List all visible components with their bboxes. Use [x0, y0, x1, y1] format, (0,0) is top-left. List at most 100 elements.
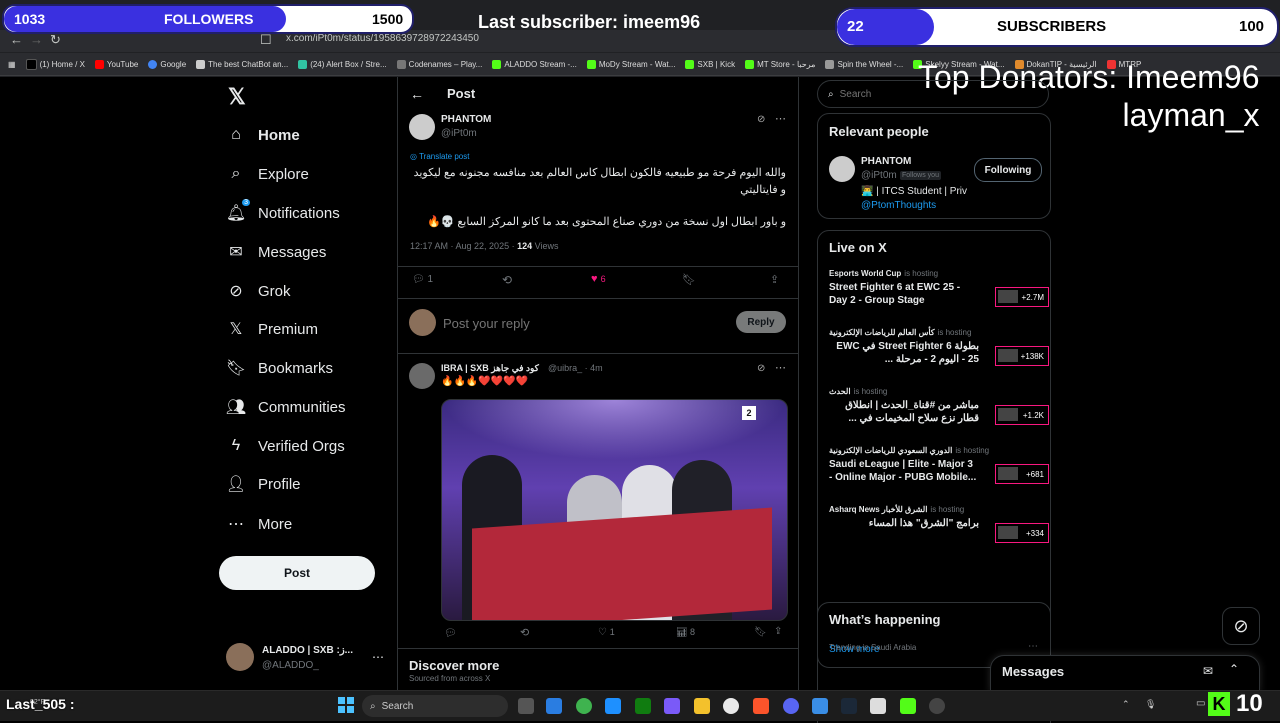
- app-icon[interactable]: [870, 698, 886, 714]
- apps-icon[interactable]: ▦: [0, 60, 21, 69]
- reload-icon[interactable]: ↻: [50, 32, 61, 48]
- reply-action[interactable]: 💬︎ 1: [412, 274, 433, 285]
- grok-icon[interactable]: ⊘: [757, 114, 765, 125]
- live-item[interactable]: كأس العالم للرياضات الإلكترونية is hostin…: [829, 328, 1049, 378]
- nav-notifications[interactable]: 🔔︎ 3 Notifications: [225, 199, 340, 223]
- share-icon[interactable]: ⇪: [770, 273, 779, 286]
- file-explorer-icon[interactable]: [694, 698, 710, 714]
- tray-chevron-icon[interactable]: ⌃: [1122, 699, 1130, 710]
- nav-more[interactable]: ⋯ More: [226, 514, 292, 534]
- bookmark-item[interactable]: ALADDO Stream -...: [487, 59, 581, 69]
- reply-icon[interactable]: 💬︎: [444, 628, 457, 639]
- brave-icon[interactable]: [753, 698, 769, 714]
- app-icon[interactable]: [664, 698, 680, 714]
- expand-icon[interactable]: ⌃: [1229, 662, 1239, 676]
- relevant-name[interactable]: PHANTOM: [861, 156, 911, 167]
- live-item[interactable]: Esports World Cup is hosting Street Fight…: [829, 269, 1049, 319]
- forward-icon[interactable]: →: [30, 32, 43, 47]
- more-icon[interactable]: ⋯: [775, 361, 786, 374]
- bookmark-item[interactable]: Google: [143, 59, 191, 69]
- grok-icon[interactable]: ⊘: [757, 363, 765, 374]
- repost-icon[interactable]: ⟲: [502, 273, 512, 287]
- reply-input[interactable]: [441, 312, 725, 334]
- author-avatar[interactable]: [409, 114, 435, 140]
- bookmark-item[interactable]: SXB | Kick: [680, 59, 740, 69]
- account-more-icon[interactable]: ⋯: [372, 650, 384, 664]
- mic-icon[interactable]: 🎙︎: [1145, 699, 1156, 710]
- obs-icon[interactable]: [929, 698, 945, 714]
- live-item[interactable]: الدوري السعودي للرياضات الإلكترونية is ho…: [829, 446, 1049, 496]
- messages-drawer[interactable]: Messages ✉ ⌃: [990, 655, 1260, 692]
- url-text[interactable]: x.com/iPt0m/status/1958639728972243450: [286, 33, 479, 44]
- network-icon[interactable]: ▭: [1196, 698, 1205, 709]
- bookmark-item[interactable]: Spin the Wheel -...: [820, 59, 908, 69]
- nav-premium[interactable]: 𝕏 Premium: [226, 319, 318, 339]
- reply-author-handle: @uibra_ · 4m: [548, 363, 603, 373]
- search-box[interactable]: ⌕: [817, 80, 1049, 108]
- nav-home[interactable]: ⌂ Home: [226, 125, 300, 145]
- bookmark-item[interactable]: Codenames – Play...: [392, 59, 488, 69]
- bookmark-action-icon[interactable]: 🔖︎: [682, 273, 696, 286]
- author-name[interactable]: PHANTOM: [441, 114, 491, 125]
- app-icon[interactable]: [546, 698, 562, 714]
- app-icon[interactable]: [605, 698, 621, 714]
- author-handle[interactable]: @iPt0m: [441, 128, 477, 139]
- chrome-icon[interactable]: [723, 698, 739, 714]
- new-message-icon[interactable]: ✉: [1203, 664, 1213, 678]
- nav-communities[interactable]: 👥︎ Communities: [226, 397, 346, 417]
- post-meta: 12:17 AM · Aug 22, 2025 · 124 Views: [410, 241, 559, 251]
- bookmark-item[interactable]: (24) Alert Box / Stre...: [293, 59, 391, 69]
- windows-start-icon[interactable]: [338, 697, 354, 713]
- following-button[interactable]: Following: [974, 158, 1042, 182]
- nav-profile[interactable]: 👤︎ Profile: [226, 474, 301, 494]
- bookmark-item[interactable]: YouTube: [90, 59, 143, 69]
- live-item[interactable]: الحدث is hosting مباشر من #قناة_الحدث | ا…: [829, 387, 1049, 437]
- nav-bookmarks[interactable]: 🔖︎ Bookmarks: [226, 358, 333, 378]
- views-action[interactable]: 📊︎ 8: [676, 627, 695, 638]
- grok-float-icon[interactable]: ⊘: [1222, 607, 1260, 645]
- reply-author-name[interactable]: IBRA | SXB كود في جاهز: [441, 363, 539, 374]
- reply-author-avatar[interactable]: [409, 363, 435, 389]
- translate-post[interactable]: ◎ Translate post: [410, 152, 469, 161]
- like-action[interactable]: ♡ 1: [598, 627, 615, 638]
- bookmark-item[interactable]: MT Store - مرحبا: [740, 59, 820, 69]
- bookmark-item[interactable]: The best ChatBot an...: [191, 59, 293, 69]
- reply-button[interactable]: Reply: [736, 311, 786, 333]
- subscribers-goal-bar: 22 SUBSCRIBERS 100: [835, 7, 1279, 47]
- bookmark-item[interactable]: (1) Home / X: [21, 58, 90, 70]
- bookmark-icon[interactable]: ☐: [260, 32, 272, 48]
- steam-icon[interactable]: [841, 698, 857, 714]
- account-avatar[interactable]: [226, 643, 254, 671]
- trend-more-icon[interactable]: ⋯: [1028, 641, 1038, 652]
- relevant-link[interactable]: @PtomThoughts: [861, 200, 936, 211]
- app-icon[interactable]: [812, 698, 828, 714]
- bookmark-item[interactable]: MoDy Stream - Wat...: [582, 59, 681, 69]
- bell-icon: 🔔︎ 3: [225, 199, 250, 222]
- back-arrow-icon[interactable]: ←: [410, 86, 424, 102]
- live-stream-title: Street Fighter 6 at EWC 25 - Day 2 - Gro…: [829, 282, 961, 306]
- followers-goal: 1500: [372, 11, 404, 27]
- post-button[interactable]: Post: [219, 556, 375, 590]
- bookmark-action-icon[interactable]: 🔖︎: [754, 627, 767, 638]
- more-icon[interactable]: ⋯: [775, 112, 786, 125]
- search-input[interactable]: [837, 87, 1022, 101]
- nav-explore[interactable]: ⌕ Explore: [226, 164, 309, 184]
- task-view-icon[interactable]: [518, 698, 534, 714]
- like-action[interactable]: ♥ 6: [591, 273, 606, 285]
- relevant-handle: @iPt0m: [861, 170, 897, 181]
- discord-icon[interactable]: [783, 698, 799, 714]
- nav-grok[interactable]: ⊘ Grok: [226, 281, 290, 301]
- repost-icon[interactable]: ⟲: [520, 626, 529, 639]
- nav-verified-orgs[interactable]: ϟ Verified Orgs: [226, 436, 345, 456]
- kick-app-icon[interactable]: [900, 698, 916, 714]
- post-image[interactable]: 2: [441, 399, 788, 621]
- taskbar-search[interactable]: ⌕ Search: [362, 695, 508, 717]
- relevant-avatar[interactable]: [829, 156, 855, 182]
- xbox-app-icon[interactable]: [635, 698, 651, 714]
- x-logo-icon[interactable]: 𝕏: [228, 84, 246, 110]
- back-icon[interactable]: ←: [10, 32, 23, 47]
- xbox-icon[interactable]: [576, 698, 592, 714]
- share-icon[interactable]: ⇪: [774, 626, 782, 637]
- live-item[interactable]: Asharq News الشرق للأخبار is hosting برام…: [829, 505, 1049, 555]
- nav-messages[interactable]: ✉ Messages: [226, 242, 326, 262]
